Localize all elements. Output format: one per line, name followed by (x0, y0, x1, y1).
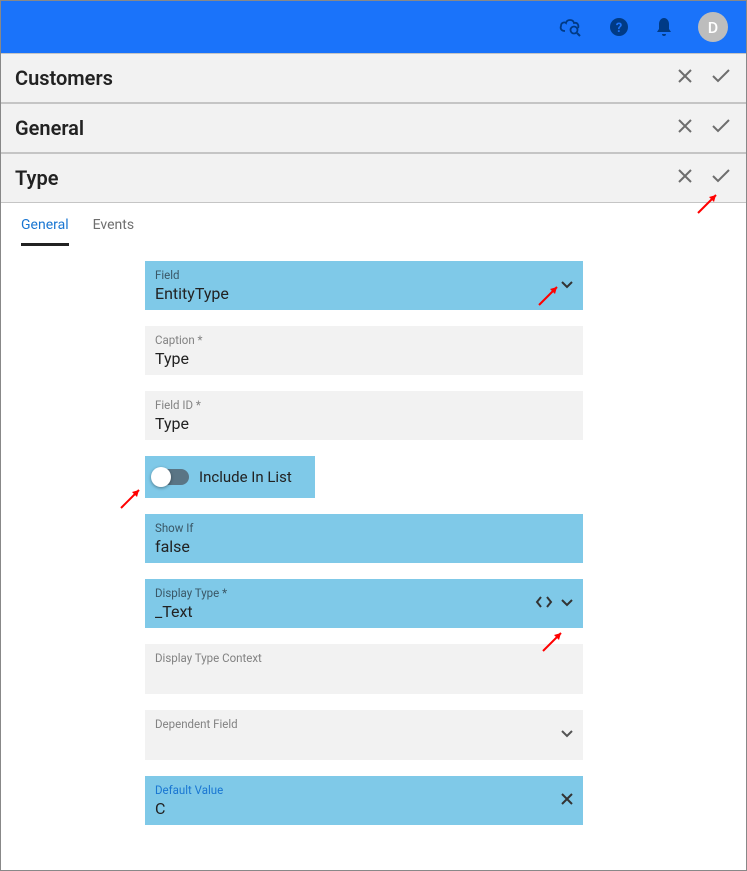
help-icon[interactable]: ? (608, 16, 630, 38)
bell-icon[interactable] (654, 16, 674, 38)
field-label: Show If (155, 521, 573, 535)
field-value: _Text (155, 602, 573, 622)
field-value: C (155, 799, 573, 819)
tabs: General Events (1, 203, 746, 246)
tab-general[interactable]: General (21, 217, 69, 246)
section-title: General (15, 116, 84, 140)
field-entity-type[interactable]: Field EntityType (145, 261, 583, 310)
check-icon[interactable] (710, 117, 732, 139)
field-default-value[interactable]: Default Value C (145, 776, 583, 825)
field-label: Display Type Context (155, 651, 573, 665)
field-label: Caption * (155, 333, 573, 347)
chevron-down-icon[interactable] (559, 725, 575, 745)
field-caption[interactable]: Caption * Type (145, 326, 583, 375)
field-value (155, 667, 573, 687)
close-icon[interactable] (676, 117, 694, 139)
check-icon[interactable] (710, 67, 732, 89)
field-label: Default Value (155, 783, 573, 797)
field-label: Dependent Field (155, 717, 573, 731)
field-display-type[interactable]: Display Type * _Text (145, 579, 583, 628)
close-icon[interactable] (559, 791, 575, 811)
field-value: Type (155, 349, 573, 369)
field-label: Display Type * (155, 586, 573, 600)
close-icon[interactable] (676, 167, 694, 189)
field-value: Type (155, 414, 573, 434)
include-in-list-toggle[interactable] (153, 469, 189, 485)
field-show-if[interactable]: Show If false (145, 514, 583, 563)
avatar-letter: D (708, 18, 718, 37)
svg-text:?: ? (616, 21, 622, 36)
field-value: EntityType (155, 284, 573, 304)
field-value: false (155, 537, 573, 557)
field-label: Field ID * (155, 398, 573, 412)
field-id[interactable]: Field ID * Type (145, 391, 583, 440)
field-display-type-context[interactable]: Display Type Context (145, 644, 583, 694)
chevron-down-icon[interactable] (559, 276, 575, 296)
code-icon[interactable] (535, 594, 553, 613)
section-customers: Customers (1, 53, 746, 103)
cloud-search-icon[interactable] (558, 16, 584, 38)
tab-events[interactable]: Events (93, 217, 134, 246)
field-value (155, 733, 573, 753)
field-dependent-field[interactable]: Dependent Field (145, 710, 583, 760)
field-label: Field (155, 268, 573, 282)
avatar[interactable]: D (698, 12, 728, 42)
topbar: ? D (1, 1, 746, 53)
include-in-list-toggle-row: Include In List (145, 456, 315, 498)
toggle-label: Include In List (199, 468, 292, 486)
section-type: Type (1, 153, 746, 203)
toggle-knob (151, 467, 171, 487)
form-scroll-area[interactable]: Field EntityType ? Caption * Type ? Fiel… (1, 261, 746, 869)
check-icon[interactable] (710, 167, 732, 189)
chevron-down-icon[interactable] (559, 594, 575, 614)
section-general: General (1, 103, 746, 153)
close-icon[interactable] (676, 67, 694, 89)
section-title: Customers (15, 66, 113, 90)
section-title: Type (15, 166, 58, 190)
